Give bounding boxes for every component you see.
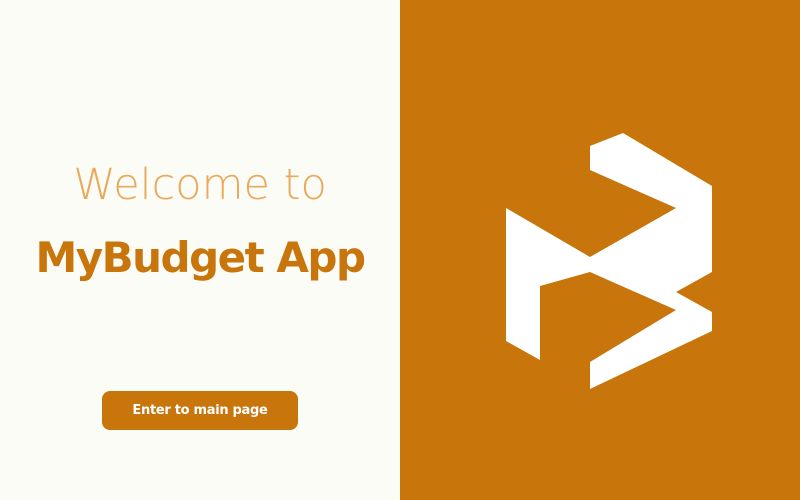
welcome-screen: Welcome to MyBudget App Enter to main pa… <box>0 0 800 500</box>
app-name-title: MyBudget App <box>35 233 366 282</box>
mybudget-logo-icon <box>506 133 712 389</box>
logo-mark-shape <box>506 133 712 389</box>
welcome-panel: Welcome to MyBudget App Enter to main pa… <box>0 0 400 500</box>
enter-main-page-button[interactable]: Enter to main page <box>102 391 298 430</box>
logo-panel <box>400 0 800 500</box>
welcome-heading: Welcome to <box>73 160 327 210</box>
